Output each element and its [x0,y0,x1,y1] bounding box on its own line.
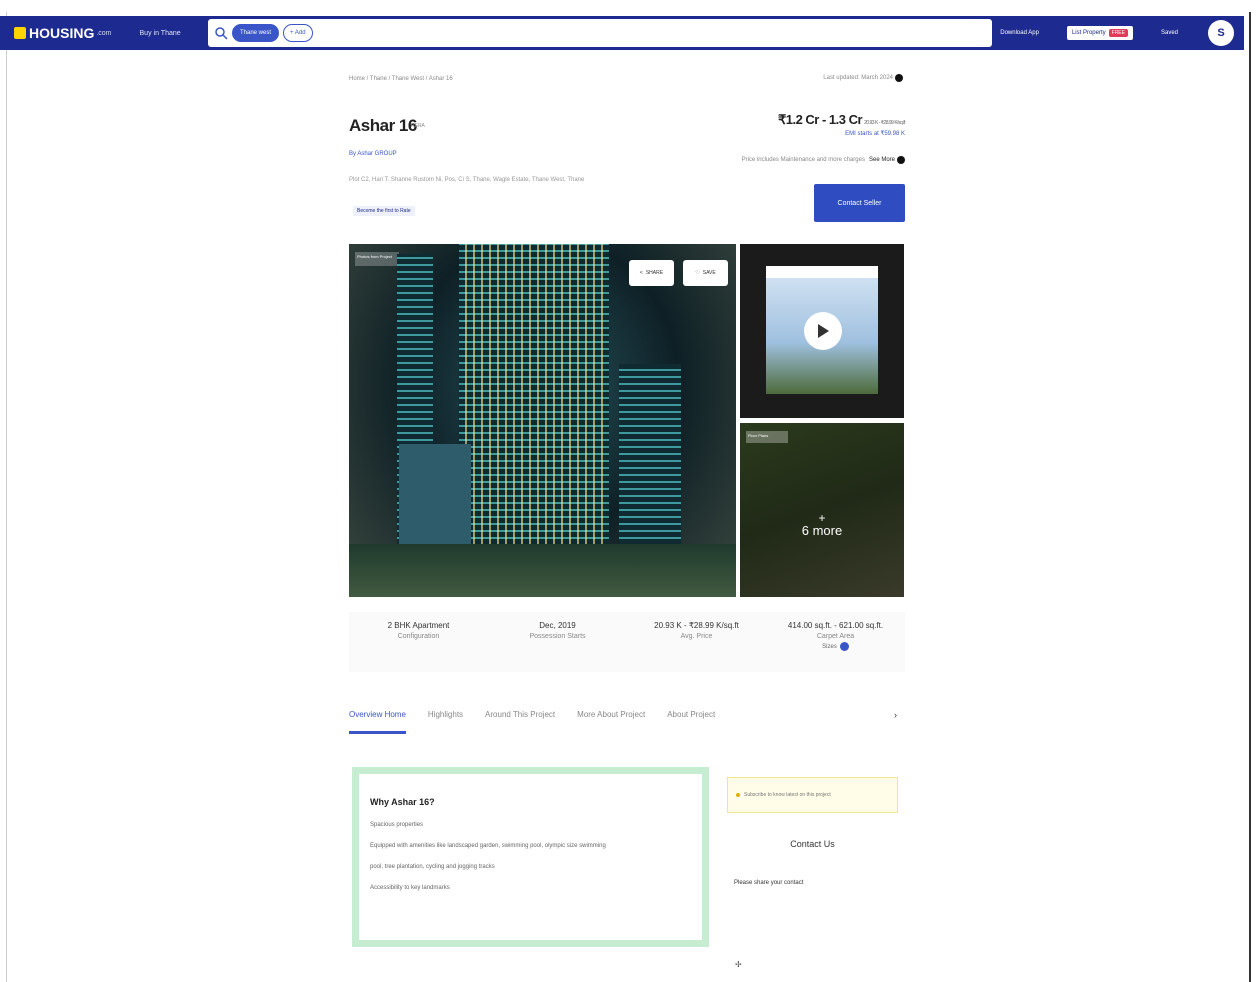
info-icon[interactable] [897,156,905,164]
plus-icon: + [818,511,826,525]
contact-title: Contact Us [790,839,835,849]
share-icon: < [639,270,643,276]
list-item: Equipped with amenities like landscaped … [370,843,606,849]
last-updated-text: Last updated: March 2024 [823,75,893,81]
logo-text: HOUSING [29,25,95,41]
rate-project-button[interactable]: Become the first to Rate [353,206,415,216]
price-per-sqft: 20.93 K - ₹28.99 K/sq.ft [864,120,905,126]
why-points: Spacious properties Equipped with amenit… [370,821,691,893]
photo-tag: Photos from Project [355,252,399,266]
play-icon[interactable] [804,312,842,350]
search-icon [215,27,228,40]
price-note: Price includes Maintenance and more char… [742,156,905,164]
share-button[interactable]: < SHARE [629,260,674,286]
stat-value: 2 BHK Apartment [387,621,450,630]
stat-possession: Dec, 2019 Possession Starts [488,612,627,672]
logo-suffix: .com [96,29,112,37]
stat-configuration: 2 BHK Apartment Configuration [349,612,488,672]
heart-icon: ♡ [695,270,700,276]
logo-mark-icon [14,27,26,39]
cursor-icon: ✢ [735,960,742,969]
sizes-label: Sizes [822,643,837,650]
list-item: Spacious properties [370,822,424,828]
stat-label: Carpet Area [816,633,855,640]
tab-highlights[interactable]: Highlights [428,706,463,719]
free-badge: FREE [1108,29,1128,37]
why-title: Why Ashar 16? [370,797,435,807]
list-item: pool, tree plantation, cycling and joggi… [370,864,495,870]
download-app-link[interactable]: Download App [1000,30,1039,36]
housing-logo[interactable]: HOUSING .com [14,25,112,41]
price-range: ₹1.2 Cr - 1.3 Cr 20.93 K - ₹28.99 K/sq.f… [777,112,906,128]
floor-plan-tag: Floor Plans [746,431,788,443]
stat-label: Possession Starts [529,633,586,640]
top-navigation-bar: HOUSING .com Buy in Thane Thane west + A… [0,16,1244,50]
more-photos-tile[interactable]: Floor Plans + 6 more [740,423,904,597]
stat-avg-price: 20.93 K - ₹28.99 K/sq.ft Avg. Price [627,612,766,672]
building-image [619,364,681,544]
see-more-link[interactable]: See More [869,157,895,163]
tab-around-project[interactable]: Around This Project [485,706,555,719]
stat-value: 414.00 sq.ft. - 621.00 sq.ft. [787,621,884,630]
subscribe-notice[interactable]: Subscribe to know latest on this project [727,777,898,813]
rera-badge[interactable]: RERA [411,123,425,129]
list-property-button[interactable]: List Property FREE [1066,26,1133,40]
info-icon [839,642,849,651]
search-bar[interactable]: Thane west + Add [208,19,992,47]
add-location-button[interactable]: + Add [283,24,313,42]
more-photos-count: + 6 more [740,511,904,538]
page-edge [1249,12,1251,982]
price-range-value: ₹1.2 Cr - 1.3 Cr [777,112,863,127]
sizes-link[interactable]: Sizes [766,642,905,651]
price-note-text: Price includes Maintenance and more char… [741,157,865,163]
emi-link[interactable]: EMI starts at ₹59.98 K [845,130,905,137]
last-updated: Last updated: March 2024 [823,74,903,82]
notice-text: Subscribe to know latest on this project [744,792,831,798]
stat-value: Dec, 2019 [539,621,576,630]
main-project-photo[interactable]: Photos from Project < SHARE ♡ SAVE [349,244,736,597]
chevron-right-icon[interactable]: › [894,710,897,720]
contact-seller-button[interactable]: Contact Seller [814,184,905,222]
saved-link[interactable]: Saved [1161,30,1178,36]
building-lights [459,244,609,544]
project-video-thumbnail[interactable] [740,244,904,418]
save-label: SAVE [702,270,716,276]
avatar[interactable]: S [1208,20,1234,46]
tab-about-project[interactable]: About Project [667,706,715,719]
list-property-label: List Property [1071,30,1106,36]
city-selector[interactable]: Buy in Thane [140,30,181,37]
tab-overview[interactable]: Overview Home [349,706,406,734]
save-button[interactable]: ♡ SAVE [683,260,728,286]
play-triangle-icon [818,324,829,338]
share-label: SHARE [645,270,664,276]
search-location-chip[interactable]: Thane west [232,24,280,42]
page-title: Ashar 16 [349,116,417,135]
stat-label: Configuration [397,633,440,640]
breadcrumb[interactable]: Home / Thane / Thane West / Ashar 16 [349,76,453,82]
tab-more-about-project[interactable]: More About Project [577,706,645,719]
stat-value: 20.93 K - ₹28.99 K/sq.ft [654,621,739,630]
project-stats: 2 BHK Apartment Configuration Dec, 2019 … [349,612,905,672]
header-actions: Download App List Property FREE Saved S [972,16,1234,50]
page-edge [6,12,7,982]
info-icon[interactable] [895,74,903,82]
more-photos-label: 6 more [801,523,843,538]
why-project-card: Why Ashar 16? Spacious properties Equipp… [352,767,709,947]
list-item: Accessibility to key landmarks [370,885,450,891]
section-tabs: Overview Home Highlights Around This Pro… [349,706,905,740]
stat-label: Avg. Price [680,633,713,640]
contact-note: Please share your contact [734,880,804,886]
project-address: Plot C2, Hari T. Shanne Rustom Ni, Pos, … [349,177,585,183]
video-titlebar [766,266,878,278]
ground-image [349,544,736,597]
bell-icon [736,793,740,797]
stat-carpet-area: 414.00 sq.ft. - 621.00 sq.ft. Carpet Are… [766,612,905,672]
builder-link[interactable]: By Ashar GROUP [349,151,397,157]
